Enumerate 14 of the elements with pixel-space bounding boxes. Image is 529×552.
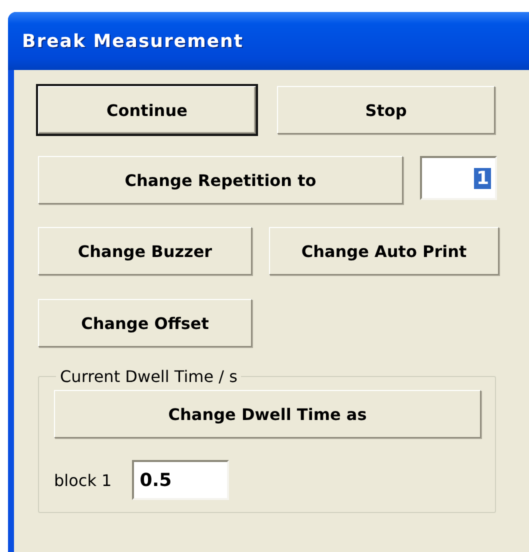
action-button[interactable]: Change Repetition to (38, 156, 403, 204)
action-button[interactable]: Stop (277, 86, 495, 134)
field-value: 1 (474, 168, 491, 188)
field-label: block 1 (54, 470, 112, 490)
action-button[interactable]: Change Buzzer (38, 227, 252, 275)
action-button[interactable]: Change Auto Print (269, 227, 499, 275)
window-title: Break Measurement (22, 30, 244, 52)
group-legend: Current Dwell Time / s (56, 367, 242, 386)
input-field[interactable]: 1 (420, 156, 497, 200)
action-button[interactable]: Change Offset (38, 299, 252, 347)
input-field[interactable]: 0.5 (132, 460, 229, 500)
action-button[interactable]: Change Dwell Time as (54, 390, 481, 438)
field-value: 0.5 (138, 470, 173, 490)
action-button[interactable]: Continue (38, 86, 256, 134)
